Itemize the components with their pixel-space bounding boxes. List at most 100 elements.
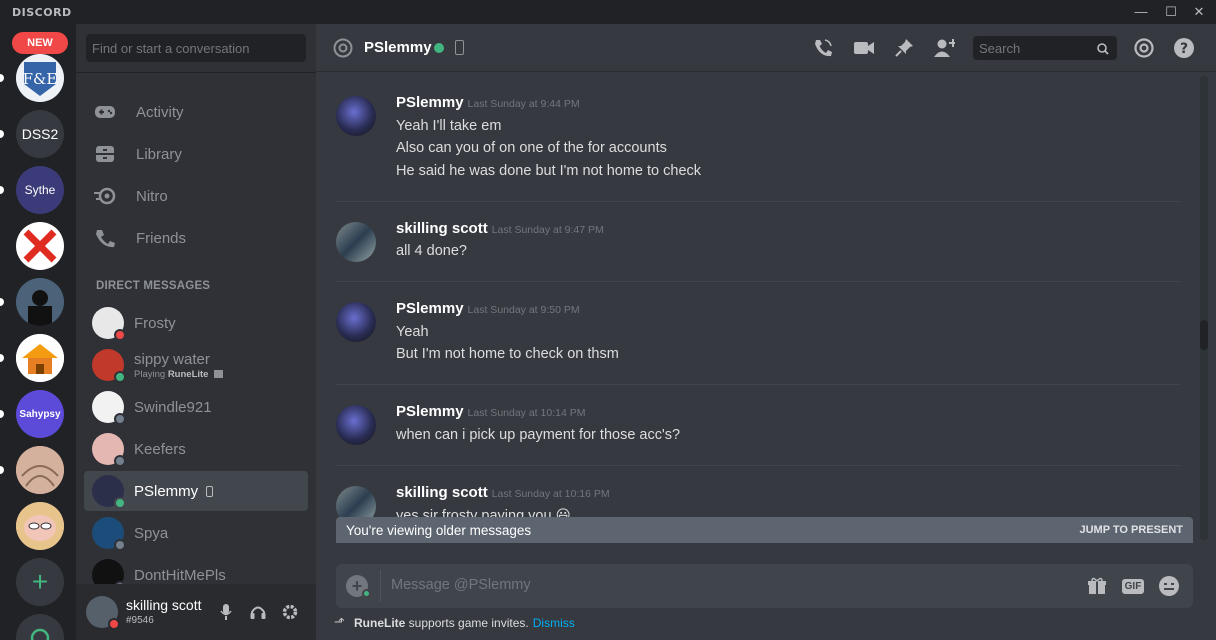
unread-pill bbox=[0, 74, 4, 82]
author-avatar[interactable] bbox=[336, 302, 376, 342]
jump-to-present-button[interactable]: JUMP TO PRESENT bbox=[1079, 524, 1183, 536]
header-search-input[interactable]: Search bbox=[973, 36, 1117, 60]
nav-friends[interactable]: Friends bbox=[84, 218, 308, 258]
server-fe[interactable]: F&E bbox=[16, 54, 64, 102]
chat-recipient-name: PSlemmy bbox=[364, 39, 432, 56]
server-dark-figure[interactable] bbox=[16, 278, 64, 326]
gift-button[interactable] bbox=[1086, 575, 1108, 597]
dm-name: Spya bbox=[134, 524, 169, 542]
find-conversation-input[interactable]: Find or start a conversation bbox=[86, 34, 306, 62]
message-author[interactable]: PSlemmy Last Sunday at 10:14 PM bbox=[396, 403, 585, 420]
emoji-button[interactable] bbox=[1158, 575, 1180, 597]
dm-item-frosty[interactable]: Frosty bbox=[84, 303, 308, 343]
server-dss2[interactable]: DSS2 bbox=[16, 110, 64, 158]
dm-header: DIRECT MESSAGES bbox=[96, 280, 211, 292]
server-red-x[interactable] bbox=[16, 222, 64, 270]
user-panel: skilling scott #9546 bbox=[76, 584, 316, 640]
mobile-icon bbox=[206, 485, 214, 497]
dm-name: PSlemmy bbox=[134, 482, 199, 500]
start-video-call-button[interactable] bbox=[853, 37, 875, 59]
dm-sidebar: Find or start a conversation Activity Li… bbox=[76, 24, 316, 640]
author-avatar[interactable] bbox=[336, 222, 376, 262]
gift-icon bbox=[1088, 577, 1106, 594]
server-hut[interactable] bbox=[16, 334, 64, 382]
phone-icon bbox=[815, 39, 832, 57]
message-timestamp: Last Sunday at 9:44 PM bbox=[467, 98, 580, 110]
minimize-button[interactable]: — bbox=[1126, 3, 1156, 21]
nav-activity[interactable]: Activity bbox=[84, 92, 308, 132]
new-badge[interactable]: NEW bbox=[12, 32, 68, 54]
figure-icon bbox=[16, 278, 64, 326]
pinned-messages-button[interactable] bbox=[893, 37, 915, 59]
dm-item-pslemmy[interactable]: PSlemmy bbox=[84, 471, 308, 511]
nav-label: Nitro bbox=[136, 187, 168, 205]
compass-icon bbox=[30, 628, 50, 640]
mentions-button[interactable] bbox=[1133, 37, 1155, 59]
sketch-icon bbox=[16, 446, 64, 494]
emoji-icon bbox=[1159, 576, 1179, 596]
author-avatar[interactable] bbox=[336, 96, 376, 136]
message-composer[interactable]: + Message @PSlemmy GIF bbox=[336, 564, 1193, 608]
invite-arrow-icon: ⬏ bbox=[334, 614, 345, 629]
explore-servers-button[interactable] bbox=[16, 614, 64, 640]
nav-label: Friends bbox=[136, 229, 187, 247]
scrollbar-track[interactable] bbox=[1200, 76, 1208, 540]
message-author[interactable]: PSlemmy Last Sunday at 9:50 PM bbox=[396, 300, 580, 317]
nav-label: Activity bbox=[136, 103, 184, 121]
dm-name: Keefers bbox=[134, 440, 186, 458]
svg-text:?: ? bbox=[1180, 41, 1188, 57]
deafen-button[interactable] bbox=[248, 602, 268, 622]
dm-item-sippy-water[interactable]: sippy water Playing RuneLite bbox=[84, 345, 308, 385]
library-icon bbox=[94, 143, 116, 165]
mute-button[interactable] bbox=[216, 602, 236, 622]
message-author[interactable]: PSlemmy Last Sunday at 9:44 PM bbox=[396, 94, 580, 111]
avatar bbox=[92, 517, 126, 551]
server-rail: NEW F&E DSS2 Sythe Sahypsy + bbox=[0, 24, 76, 640]
message-text: Yeah I'll take em bbox=[396, 118, 502, 134]
message-input[interactable]: Message @PSlemmy bbox=[391, 577, 531, 593]
red-x-icon bbox=[23, 229, 57, 263]
author-avatar[interactable] bbox=[336, 405, 376, 445]
status-offline-icon bbox=[114, 539, 126, 551]
nitro-icon bbox=[94, 185, 116, 207]
maximize-button[interactable]: ☐ bbox=[1156, 3, 1186, 21]
server-sythe[interactable]: Sythe bbox=[16, 166, 64, 214]
message-timestamp: Last Sunday at 9:47 PM bbox=[491, 224, 604, 236]
status-offline-icon bbox=[114, 455, 126, 467]
avatar bbox=[92, 349, 126, 383]
dm-item-swindle921[interactable]: Swindle921 bbox=[84, 387, 308, 427]
search-icon bbox=[1097, 42, 1109, 60]
brand-logo: DISCORD bbox=[12, 6, 72, 19]
add-friends-to-dm-button[interactable] bbox=[933, 37, 955, 59]
start-voice-call-button[interactable] bbox=[812, 37, 834, 59]
server-sahypsy[interactable]: Sahypsy bbox=[16, 390, 64, 438]
dm-item-keefers[interactable]: Keefers bbox=[84, 429, 308, 469]
help-button[interactable]: ? bbox=[1173, 37, 1195, 59]
game-invite-notice: ⬏ RuneLite supports game invites. Dismiss bbox=[334, 614, 575, 630]
scrollbar-thumb[interactable] bbox=[1200, 320, 1208, 350]
nav-library[interactable]: Library bbox=[84, 134, 308, 174]
dm-activity: Playing RuneLite bbox=[134, 369, 224, 380]
title-bar: DISCORD — ☐ ✕ bbox=[0, 0, 1216, 24]
settings-button[interactable] bbox=[280, 602, 300, 622]
chat-header: PSlemmy Search ? bbox=[316, 24, 1216, 72]
server-sketch[interactable] bbox=[16, 446, 64, 494]
message-text: when can i pick up payment for those acc… bbox=[396, 427, 681, 443]
message-divider bbox=[336, 201, 1180, 202]
message-author[interactable]: skilling scott Last Sunday at 9:47 PM bbox=[396, 220, 604, 237]
chat-area: PSlemmy Search ? PSlemmy Last Sunday at … bbox=[316, 24, 1216, 640]
gif-button[interactable]: GIF bbox=[1120, 575, 1146, 597]
server-face[interactable] bbox=[16, 502, 64, 550]
dismiss-link[interactable]: Dismiss bbox=[533, 616, 575, 630]
gif-icon: GIF bbox=[1121, 578, 1145, 594]
status-online-icon bbox=[114, 371, 126, 383]
close-button[interactable]: ✕ bbox=[1184, 3, 1214, 21]
unread-pill bbox=[0, 354, 4, 362]
divider bbox=[76, 72, 316, 73]
nav-nitro[interactable]: Nitro bbox=[84, 176, 308, 216]
user-avatar[interactable] bbox=[86, 596, 120, 630]
message-author[interactable]: skilling scott Last Sunday at 10:16 PM bbox=[396, 484, 610, 501]
add-server-button[interactable]: + bbox=[16, 558, 64, 606]
dm-item-spya[interactable]: Spya bbox=[84, 513, 308, 553]
user-name: skilling scott bbox=[126, 597, 202, 613]
